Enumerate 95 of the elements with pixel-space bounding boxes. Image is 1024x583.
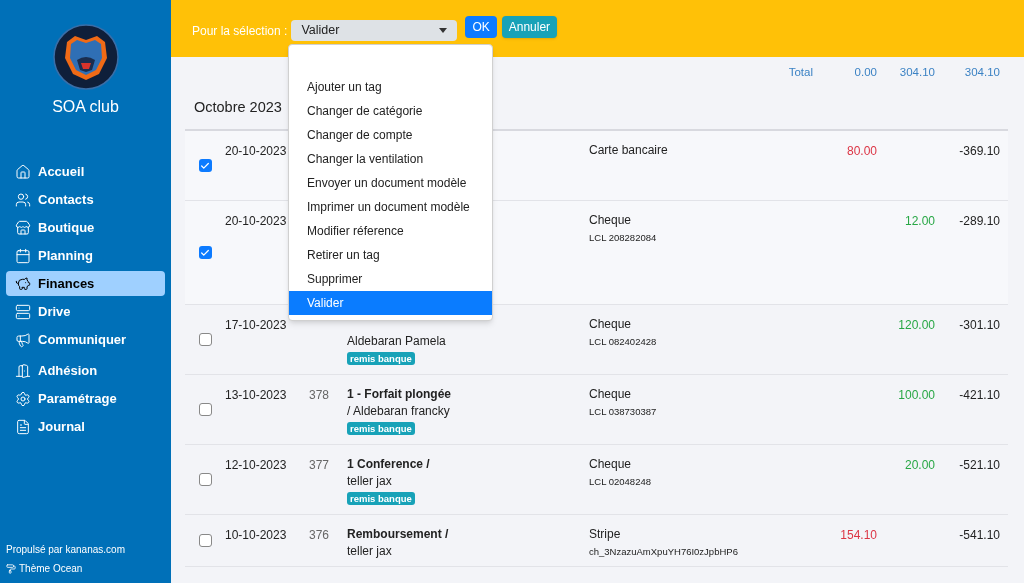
nav-item[interactable]: Accueil: [6, 159, 165, 184]
tag: remis banque: [347, 492, 415, 505]
home-icon: [15, 163, 31, 180]
number-cell: 378: [308, 388, 329, 402]
nav-item[interactable]: Adhésion: [6, 358, 165, 383]
month-heading: Octobre 2023: [194, 98, 282, 118]
menu-option[interactable]: Valider: [289, 291, 492, 315]
settings-icon: [15, 390, 31, 407]
tag: remis banque: [347, 352, 415, 365]
check-icon: [200, 247, 210, 258]
nav-item[interactable]: Communiquer: [6, 327, 165, 352]
users-icon: [15, 191, 31, 208]
menu-option[interactable]: Changer de catégorie: [289, 99, 492, 123]
bear-logo: [52, 24, 119, 90]
date-cell: 20-10-2023: [225, 144, 287, 158]
payment-method: Cheque: [589, 316, 632, 333]
row-checkbox[interactable]: [198, 246, 212, 259]
description-name: teller jax: [347, 543, 392, 560]
date-cell: 17-10-2023: [225, 318, 287, 332]
row-checkbox[interactable]: [198, 159, 212, 172]
menu-option[interactable]: Changer de compte: [289, 123, 492, 147]
balance-amount: -369.10: [959, 144, 1000, 158]
menu-option[interactable]: Envoyer un document modèle: [289, 171, 492, 195]
nav-item[interactable]: Contacts: [6, 187, 165, 212]
menu-option[interactable]: Ajouter un tag: [289, 75, 492, 99]
credit-amount: 100.00: [898, 388, 935, 402]
balance-amount: -421.10: [959, 388, 1000, 402]
theme-link[interactable]: Thème Ocean: [19, 561, 83, 576]
description-title: 1 Conference /: [347, 456, 430, 473]
payment-method: Cheque: [589, 456, 632, 473]
balance-amount: -541.10: [959, 528, 1000, 542]
nav-item[interactable]: Planning: [6, 243, 165, 268]
selection-label: Pour la sélection :: [192, 23, 288, 40]
calendar-icon: [15, 247, 31, 264]
menu-option[interactable]: Imprimer un document modèle: [289, 195, 492, 219]
credit-amount: 20.00: [904, 458, 935, 472]
payment-method: Stripe: [589, 526, 621, 543]
payment-reference: ch_3NzazuAmXpuYH76I0zJpbHP6: [589, 545, 738, 559]
payment-method: Carte bancaire: [589, 142, 668, 159]
piggy-bank-icon: [15, 275, 31, 292]
menu-option[interactable]: Changer la ventilation: [289, 147, 492, 171]
action-select[interactable]: Valider: [291, 20, 458, 41]
total-label: Total: [788, 65, 813, 80]
row-checkbox[interactable]: [198, 473, 212, 486]
megaphone-icon: [15, 331, 31, 348]
date-cell: 10-10-2023: [225, 528, 287, 542]
caret-icon: [439, 28, 448, 33]
balance-amount: -301.10: [959, 318, 1000, 332]
nav-item[interactable]: Journal: [6, 414, 165, 439]
description-name: Aldebaran Pamela: [347, 333, 446, 350]
door-icon: [15, 362, 31, 379]
total-credit: 304.10: [898, 65, 935, 80]
menu-option[interactable]: Modifier réference: [289, 219, 492, 243]
check-icon: [200, 160, 210, 171]
row-checkbox[interactable]: [198, 333, 212, 346]
date-cell: 13-10-2023: [225, 388, 287, 402]
balance-amount: -289.10: [959, 214, 1000, 228]
row-checkbox[interactable]: [198, 403, 212, 416]
payment-reference: LCL 082402428: [589, 335, 657, 349]
description-name: / Aldebaran francky: [347, 403, 450, 420]
credit-amount: 12.00: [904, 214, 935, 228]
description-title: Remboursement /: [347, 526, 449, 543]
payment-method: Cheque: [589, 212, 632, 229]
description-title: 1 - Forfait plongée: [347, 386, 451, 403]
number-cell: 377: [308, 458, 329, 472]
powered-by-link[interactable]: Propulsé par kananas.com: [6, 542, 171, 557]
description-name: teller jax: [347, 473, 392, 490]
menu-option[interactable]: Supprimer: [289, 267, 492, 291]
total-debit: 0.00: [853, 65, 877, 80]
payment-reference: LCL 038730387: [589, 405, 657, 419]
payment-reference: LCL 02048248: [589, 475, 651, 489]
club-name: SOA club: [51, 97, 120, 117]
date-cell: 20-10-2023: [225, 214, 287, 228]
credit-amount: 120.00: [898, 318, 935, 332]
ok-button[interactable]: OK: [465, 16, 497, 38]
server-icon: [15, 303, 31, 320]
balance-amount: -521.10: [959, 458, 1000, 472]
date-cell: 12-10-2023: [225, 458, 287, 472]
nav-item[interactable]: Paramétrage: [6, 386, 165, 411]
paint-roller-icon: [6, 563, 16, 574]
payment-method: Cheque: [589, 386, 632, 403]
debit-amount: 80.00: [846, 144, 877, 158]
store-icon: [15, 219, 31, 236]
number-cell: 376: [308, 528, 329, 542]
nav-item[interactable]: Boutique: [6, 215, 165, 240]
total-balance: 304.10: [963, 65, 1000, 80]
cancel-button[interactable]: Annuler: [501, 16, 558, 38]
payment-reference: LCL 208282084: [589, 231, 657, 245]
nav-item[interactable]: Drive: [6, 299, 165, 324]
menu-option[interactable]: Retirer un tag: [289, 243, 492, 267]
nav-item[interactable]: Finances: [6, 271, 165, 296]
document-icon: [15, 418, 31, 435]
debit-amount: 154.10: [840, 528, 877, 542]
row-checkbox[interactable]: [198, 534, 212, 547]
tag: remis banque: [347, 422, 415, 435]
